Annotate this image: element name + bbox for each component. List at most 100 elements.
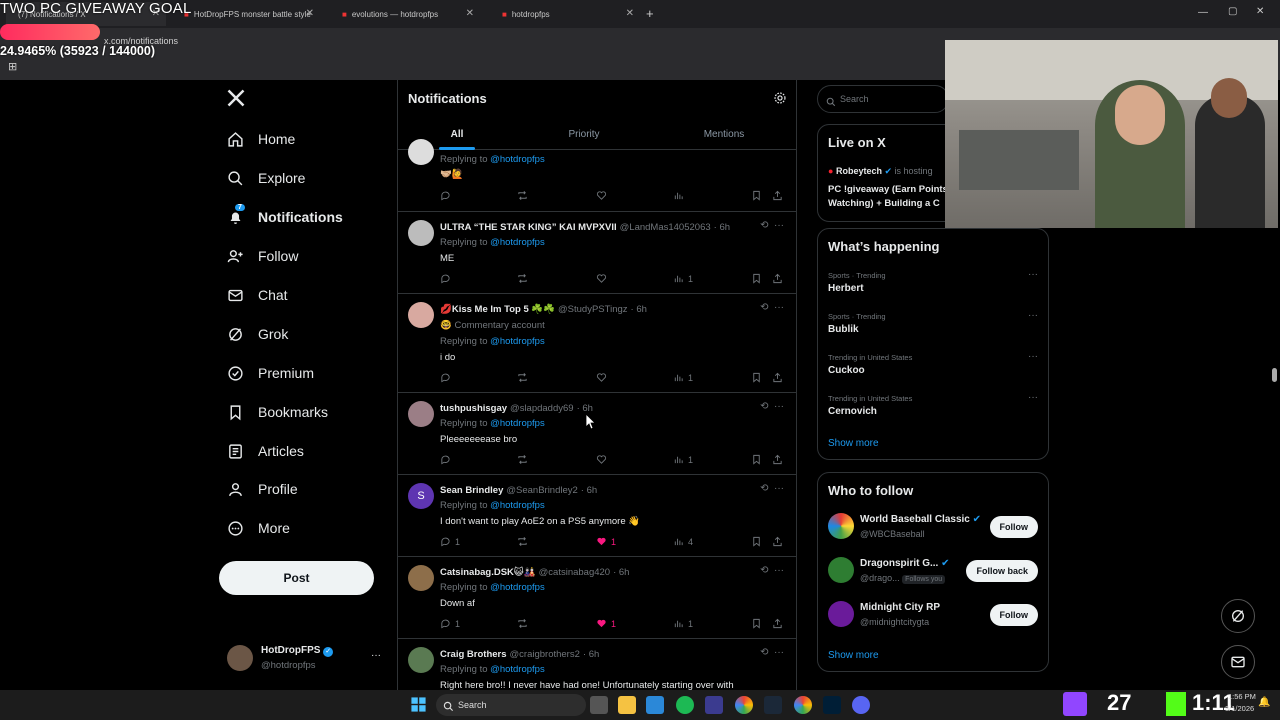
share-icon[interactable] xyxy=(772,273,787,284)
tab-priority[interactable]: Priority xyxy=(516,118,652,150)
repost-icon[interactable] xyxy=(517,618,532,629)
trend-name[interactable]: Bublik xyxy=(828,324,859,335)
account-name[interactable]: HotDropFPS ✓ xyxy=(261,645,334,657)
post-more-icon[interactable]: ⟲ ··· xyxy=(760,220,784,231)
mention-link[interactable]: @hotdropfps xyxy=(490,154,545,165)
avatar[interactable] xyxy=(408,647,434,673)
reply-author[interactable]: tushpushisgay @slapdaddy69 · 6h xyxy=(440,403,593,414)
apps-grid-icon[interactable]: ⊞ xyxy=(8,60,17,73)
x-logo-icon[interactable] xyxy=(226,88,248,110)
like-icon[interactable] xyxy=(596,273,611,284)
nav-premium[interactable]: Premium xyxy=(226,358,314,388)
trend-name[interactable]: Herbert xyxy=(828,283,864,294)
messages-floating-icon[interactable] xyxy=(1221,645,1255,679)
repost-icon[interactable] xyxy=(517,536,532,547)
nav-profile[interactable]: Profile xyxy=(226,474,298,504)
nav-follow[interactable]: Follow xyxy=(226,241,298,271)
browser-tab-evolutions[interactable]: ■ evolutions — hotdropfps ✕ xyxy=(330,2,480,26)
nav-explore[interactable]: Explore xyxy=(226,163,305,193)
reply-handle[interactable]: @slapdaddy69 xyxy=(510,403,574,414)
repost-icon[interactable] xyxy=(517,454,532,465)
nav-notifications[interactable]: 7 Notifications xyxy=(226,202,343,232)
account-more-icon[interactable]: ··· xyxy=(371,650,381,661)
views-icon[interactable]: 4 xyxy=(673,536,693,547)
avatar[interactable] xyxy=(828,513,854,539)
avatar[interactable] xyxy=(408,565,434,591)
mention-link[interactable]: @hotdropfps xyxy=(490,582,545,593)
reply-icon[interactable]: 1 xyxy=(440,618,460,629)
tab-mentions[interactable]: Mentions xyxy=(652,118,796,150)
like-icon[interactable] xyxy=(596,372,611,383)
reply-author[interactable]: Sean Brindley @SeanBrindley2 · 6h xyxy=(440,485,597,496)
bookmark-icon[interactable] xyxy=(751,536,766,547)
reply-handle[interactable]: @StudyPSTingz xyxy=(558,304,628,315)
bookmark-icon[interactable] xyxy=(751,372,766,383)
avatar[interactable] xyxy=(408,401,434,427)
reply-author[interactable]: Catsinabag.DSK😺🎎 @catsinabag420 · 6h xyxy=(440,567,629,578)
notepad-icon[interactable] xyxy=(646,696,664,714)
task-view-icon[interactable] xyxy=(590,696,608,714)
reply-handle[interactable]: @SeanBrindley2 xyxy=(506,485,577,496)
share-icon[interactable] xyxy=(772,618,787,629)
nav-articles[interactable]: Articles xyxy=(226,436,304,466)
trend-name[interactable]: Cuckoo xyxy=(828,365,865,376)
repost-icon[interactable] xyxy=(517,190,532,201)
account-avatar[interactable] xyxy=(227,645,253,671)
follow-button[interactable]: Follow xyxy=(989,604,1038,626)
reply-item[interactable]: ULTRA “THE STAR KING” KAI MVPXVII @LandMa… xyxy=(398,212,796,294)
spotify-icon[interactable] xyxy=(676,696,694,714)
avatar[interactable] xyxy=(408,220,434,246)
mention-link[interactable]: @hotdropfps xyxy=(490,500,545,511)
mention-link[interactable]: @hotdropfps xyxy=(490,664,545,675)
trend-more-icon[interactable]: ··· xyxy=(1028,310,1038,321)
views-icon[interactable]: 1 xyxy=(673,618,693,629)
bookmark-icon[interactable] xyxy=(751,454,766,465)
live-stream-title-line1[interactable]: PC !giveaway (Earn Points xyxy=(828,184,948,195)
avatar[interactable] xyxy=(828,557,854,583)
bookmark-icon[interactable] xyxy=(751,190,766,201)
views-icon[interactable]: 1 xyxy=(673,273,693,284)
suggested-account-name[interactable]: Midnight City RP xyxy=(860,602,940,613)
chrome-icon[interactable] xyxy=(735,696,753,714)
minimize-icon[interactable]: — xyxy=(1198,7,1208,18)
trend-more-icon[interactable]: ··· xyxy=(1028,269,1038,280)
reply-icon[interactable]: 1 xyxy=(440,536,460,547)
reply-icon[interactable] xyxy=(440,454,455,465)
share-icon[interactable] xyxy=(772,190,787,201)
live-host[interactable]: ● Robeytech ✔ is hosting xyxy=(828,166,933,177)
mention-link[interactable]: @hotdropfps xyxy=(490,237,545,248)
browser-tab-hotdropfps[interactable]: ■ hotdropfps ✕ xyxy=(490,2,640,26)
show-more-link[interactable]: Show more xyxy=(828,650,879,661)
clock-date[interactable]: 3/1/2026 xyxy=(1225,704,1254,713)
avatar[interactable]: S xyxy=(408,483,434,509)
trend-more-icon[interactable]: ··· xyxy=(1028,351,1038,362)
reply-item[interactable]: tushpushisgay @slapdaddy69 · 6h ⟲ ··· Repl… xyxy=(398,393,796,475)
nav-bookmarks[interactable]: Bookmarks xyxy=(226,397,328,427)
hud-app-icon[interactable] xyxy=(705,696,723,714)
reply-author[interactable]: Craig Brothers @craigbrothers2 · 6h xyxy=(440,649,599,660)
reply-handle[interactable]: @craigbrothers2 xyxy=(510,649,580,660)
mention-link[interactable]: @hotdropfps xyxy=(490,418,545,429)
trend-more-icon[interactable]: ··· xyxy=(1028,392,1038,403)
photoshop-icon[interactable] xyxy=(823,696,841,714)
close-tab-icon[interactable]: ✕ xyxy=(626,8,634,19)
share-icon[interactable] xyxy=(772,536,787,547)
reply-author[interactable]: 💋Kiss Me Im Top 5 ☘️☘️ @StudyPSTingz · 6h xyxy=(440,304,647,315)
reply-item[interactable]: Replying to @hotdropfps 🤝🏼🙋 xyxy=(398,139,796,212)
suggested-account-name[interactable]: World Baseball Classic ✔ xyxy=(860,514,981,525)
avatar[interactable] xyxy=(408,139,434,165)
chrome-profile-icon[interactable] xyxy=(794,696,812,714)
reply-item[interactable]: Catsinabag.DSK😺🎎 @catsinabag420 · 6h ⟲ ···… xyxy=(398,557,796,639)
clock-time[interactable]: 1:56 PM xyxy=(1228,692,1256,701)
reply-item[interactable]: Craig Brothers @craigbrothers2 · 6h ⟲ ··· … xyxy=(398,639,796,690)
close-tab-icon[interactable]: ✕ xyxy=(306,8,314,19)
like-icon[interactable] xyxy=(596,190,611,201)
windows-start-icon[interactable] xyxy=(410,696,427,718)
nav-grok[interactable]: Grok xyxy=(226,319,288,349)
search-input[interactable]: Search xyxy=(817,85,949,113)
post-more-icon[interactable]: ⟲ ··· xyxy=(760,483,784,494)
share-icon[interactable] xyxy=(772,372,787,383)
taskbar-search[interactable]: Search xyxy=(436,694,586,716)
avatar[interactable] xyxy=(408,302,434,328)
views-icon[interactable]: 1 xyxy=(673,454,693,465)
